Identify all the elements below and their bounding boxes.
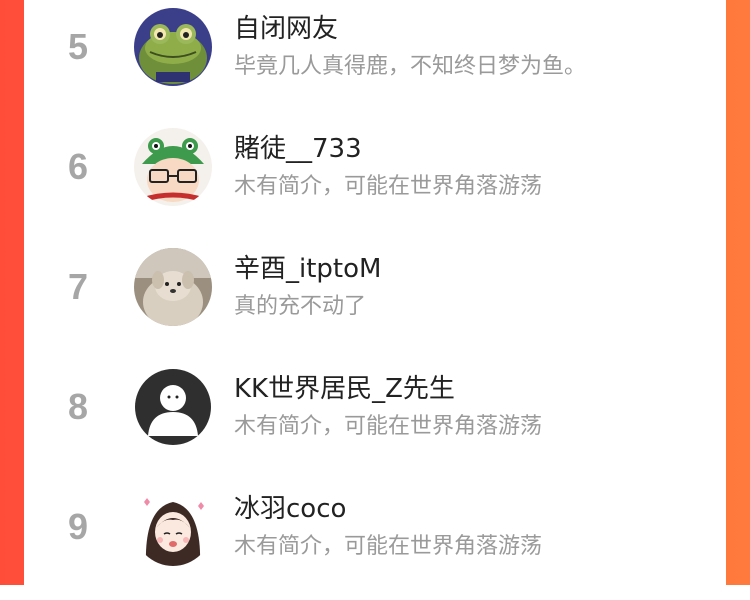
rank-number: 8 [67,386,89,427]
list-item[interactable]: 9 冰羽coco 木有简介，可能在世界角落游荡 [24,480,726,600]
anime-girl-avatar-icon[interactable] [134,488,212,566]
user-bio: 木有简介，可能在世界角落游荡 [234,174,543,199]
dog-avatar-icon[interactable] [134,248,212,326]
rank-number: 9 [67,506,89,547]
user-name[interactable]: 賭徒__733 [234,128,362,165]
frog-avatar-icon[interactable] [134,8,212,86]
default-avatar-icon[interactable] [134,368,212,446]
user-bio: 木有简介，可能在世界角落游荡 [234,414,543,439]
list-item[interactable]: 7 辛酉_itptoM 真的充不动了 [24,240,726,360]
user-name[interactable]: 冰羽coco [234,488,346,525]
list-item[interactable]: 5 自闭网友 毕竟几人真得鹿，不知终日梦为鱼。 [24,0,726,120]
list-item[interactable]: 8 KK世界居民_Z先生 木有简介，可能在世界角落游荡 [24,360,726,480]
rank-number: 5 [67,26,89,67]
user-bio: 毕竟几人真得鹿，不知终日梦为鱼。 [234,54,587,79]
user-name[interactable]: 自闭网友 [234,8,338,45]
rank-number: 6 [67,146,89,187]
rank-number: 7 [67,266,89,307]
ranking-list: 5 自闭网友 毕竟几人真得鹿，不知终日梦为鱼。 6 賭徒__733 木有简介，可… [24,0,726,585]
list-item[interactable]: 6 賭徒__733 木有简介，可能在世界角落游荡 [24,120,726,240]
user-name[interactable]: 辛酉_itptoM [234,248,381,285]
user-name[interactable]: KK世界居民_Z先生 [234,368,455,405]
cat-frog-hat-avatar-icon[interactable] [134,128,212,206]
user-bio: 木有简介，可能在世界角落游荡 [234,534,543,559]
user-bio: 真的充不动了 [234,294,367,319]
